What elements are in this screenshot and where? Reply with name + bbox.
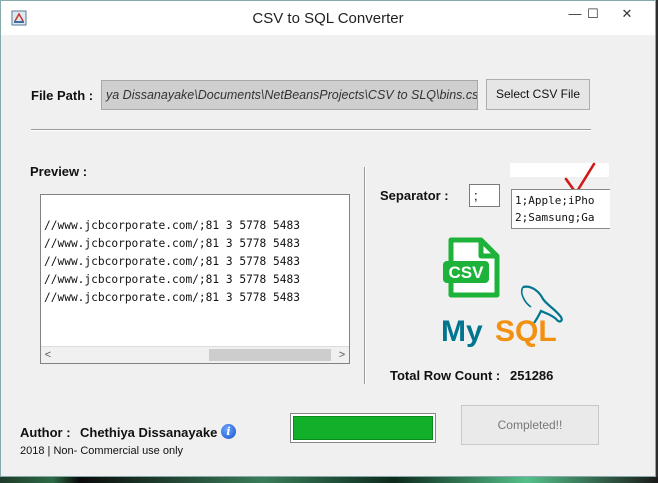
select-csv-button[interactable]: Select CSV File (486, 79, 590, 110)
copyright-footer: 2018 | Non- Commercial use only (20, 445, 184, 457)
separator-input[interactable]: ; (469, 184, 500, 207)
progress-fill (293, 416, 433, 440)
maximize-button[interactable]: ☐ (575, 1, 611, 29)
app-window: CSV to SQL Converter — ☐ ✕ File Path : y… (0, 0, 656, 477)
mysql-sql-text: SQL (495, 315, 557, 348)
close-button[interactable]: ✕ (609, 1, 645, 29)
row-count-label: Total Row Count : (390, 368, 501, 383)
scrollbar-thumb[interactable] (209, 349, 331, 361)
file-path-label: File Path : (31, 88, 94, 103)
row-count-value: 251286 (510, 368, 554, 383)
preview-line: //www.jcbcorporate.com/;81 3 5778 5483 (44, 219, 300, 232)
preview-text: //www.jcbcorporate.com/;81 3 5778 5483 //… (44, 217, 300, 307)
csv-logo-text: CSV (449, 263, 485, 282)
vertical-divider (364, 167, 366, 384)
scroll-left-arrow-icon[interactable]: < (41, 347, 55, 363)
top-divider (31, 129, 591, 131)
info-icon[interactable]: i (221, 424, 236, 439)
preview-horizontal-scrollbar[interactable]: < > (41, 346, 349, 363)
separator-sample-line: 1;Apple;iPho (515, 194, 595, 207)
author-name: Chethiya Dissanayake (80, 425, 218, 440)
preview-line: //www.jcbcorporate.com/;81 3 5778 5483 (44, 273, 300, 286)
scroll-right-arrow-icon[interactable]: > (335, 347, 349, 363)
completed-button[interactable]: Completed!! (461, 405, 599, 445)
title-bar: CSV to SQL Converter — ☐ ✕ (1, 1, 655, 35)
mysql-my-text: My (441, 315, 483, 348)
desktop-background-strip (0, 477, 658, 483)
preview-line: //www.jcbcorporate.com/;81 3 5778 5483 (44, 291, 300, 304)
separator-sample-preview: 1;Apple;iPho 2;Samsung;Ga (511, 189, 610, 229)
preview-pane[interactable]: //www.jcbcorporate.com/;81 3 5778 5483 //… (40, 194, 350, 364)
progress-bar (290, 413, 436, 443)
preview-line: //www.jcbcorporate.com/;81 3 5778 5483 (44, 237, 300, 250)
preview-line: //www.jcbcorporate.com/;81 3 5778 5483 (44, 255, 300, 268)
author-label: Author : (20, 425, 71, 440)
separator-sample-line: 2;Samsung;Ga (515, 211, 595, 224)
file-path-field[interactable]: ya Dissanayake\Documents\NetBeansProject… (101, 80, 478, 110)
separator-label: Separator : (380, 188, 449, 203)
mysql-logo: My SQL (441, 285, 563, 348)
preview-label: Preview : (30, 164, 88, 179)
